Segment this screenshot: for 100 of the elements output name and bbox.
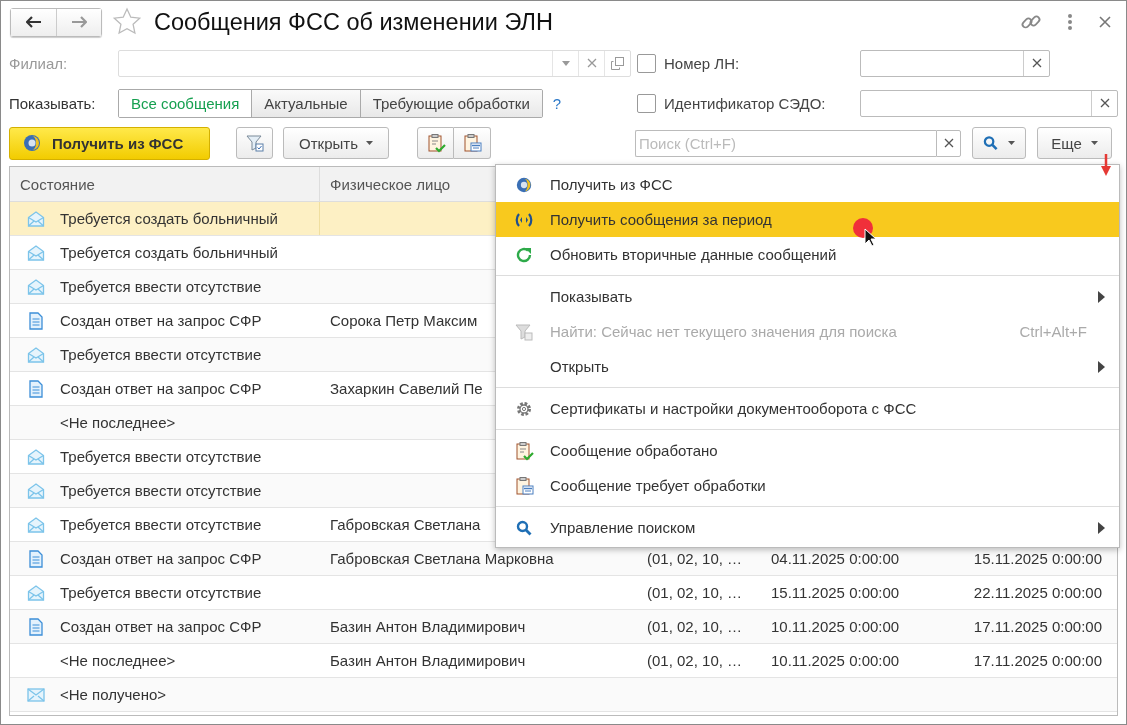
close-icon[interactable] — [1098, 15, 1112, 29]
open-envelope-icon — [26, 447, 45, 466]
clipboard-check-icon — [514, 440, 534, 461]
codes-text: (01, 02, 10, … — [647, 584, 743, 601]
clipboard-list-icon — [462, 133, 482, 153]
search-icon — [983, 135, 998, 151]
clipboard-list-icon — [514, 475, 534, 496]
back-arrow-icon — [25, 16, 42, 28]
codes-text: (01, 02, 10, … — [647, 550, 743, 567]
search-icon — [516, 519, 532, 536]
status-text: Требуется ввести отсутствие — [60, 482, 262, 499]
person-name: Габровская Светлана — [330, 516, 481, 533]
menu-item[interactable]: Сертификаты и настройки документооборота с ФСС — [496, 391, 1119, 426]
document-icon — [28, 311, 43, 330]
open-envelope-icon — [26, 277, 45, 296]
menu-item[interactable]: Управление поиском — [496, 510, 1119, 545]
caret-icon — [365, 141, 373, 145]
menu-item[interactable]: Получить из ФСС — [496, 167, 1119, 202]
back-button[interactable] — [11, 8, 56, 36]
end-date: 17.11.2025 0:00:00 — [973, 652, 1102, 669]
input-field[interactable] — [860, 89, 1118, 117]
end-date: 17.11.2025 0:00:00 — [973, 618, 1102, 635]
start-date: 04.11.2025 0:00:00 — [771, 550, 900, 567]
status-text: Требуется ввести отсутствие — [60, 278, 262, 295]
table-row[interactable]: Создан ответ на запрос СФР Габровская Светлана Марковна (01, 02, 10, … 04.11.2025 0:00:00 15.11.2025 0:00:00 — [10, 542, 1117, 576]
filter-tab[interactable]: Требующие обработки — [359, 89, 542, 117]
caret-icon — [1090, 141, 1098, 145]
table-row[interactable]: Создан ответ на запрос СФР Базин Антон Владимирович (01, 02, 10, … 10.11.2025 0:00:00 17.11.2025 0:00:00 — [10, 610, 1117, 644]
settings-icon — [515, 399, 533, 418]
end-date: 15.11.2025 0:00:00 — [973, 550, 1102, 567]
status-text: Создан ответ на запрос СФР — [60, 380, 262, 397]
status-text: Создан ответ на запрос СФР — [60, 618, 262, 635]
show-label: Показывать: — [9, 94, 97, 112]
clear-button[interactable] — [936, 129, 961, 157]
open-envelope-icon — [26, 583, 45, 602]
open-window-icon — [611, 56, 624, 70]
input-field[interactable] — [860, 49, 1050, 77]
filter-button[interactable] — [236, 127, 273, 159]
mark-needs-processing-button[interactable] — [454, 127, 491, 159]
menu-item[interactable]: Получить сообщения за период — [496, 202, 1119, 237]
status-text: Требуется создать больничный — [60, 244, 278, 261]
table-row[interactable]: <Не получено> — [10, 678, 1117, 712]
person-name: Базин Антон Владимирович — [330, 618, 526, 635]
get-from-fss-button[interactable]: Получить из ФСС — [9, 126, 210, 160]
status-text: Требуется ввести отсутствие — [60, 346, 262, 363]
caret-icon — [1008, 141, 1015, 145]
codes-text: (01, 02, 10, … — [647, 618, 743, 635]
checkbox-label: Идентификатор СЭДО: — [664, 94, 827, 112]
end-date: 22.11.2025 0:00:00 — [973, 584, 1102, 601]
menu-item[interactable]: Сообщение требует обработки — [496, 468, 1119, 503]
status-text: Создан ответ на запрос СФР — [60, 550, 262, 567]
pointer-arrow — [1101, 154, 1111, 176]
clipboard-check-icon — [425, 133, 446, 153]
branch-field[interactable] — [118, 49, 631, 77]
more-icon[interactable] — [1066, 12, 1074, 32]
person-name: Захаркин Савелий Пе — [330, 380, 483, 397]
clear-icon — [1099, 98, 1110, 108]
help-link[interactable]: ? — [552, 94, 562, 112]
more-button[interactable]: Еще — [1037, 127, 1112, 159]
filter-icon — [244, 133, 265, 153]
person-name: Габровская Светлана Марковна — [330, 550, 554, 567]
open-envelope-icon — [26, 209, 45, 228]
search-field[interactable]: Поиск (Ctrl+F) — [635, 129, 936, 157]
start-date: 10.11.2025 0:00:00 — [771, 618, 900, 635]
checkbox-label: Номер ЛН: — [664, 54, 741, 72]
click-marker — [852, 217, 878, 247]
start-date: 15.11.2025 0:00:00 — [771, 584, 900, 601]
search-button[interactable] — [972, 127, 1026, 159]
open-button[interactable]: Открыть — [283, 127, 389, 159]
status-text: Требуется ввести отсутствие — [60, 448, 262, 465]
broadcast-icon — [514, 211, 534, 228]
menu-item[interactable]: Показывать — [496, 279, 1119, 314]
document-icon — [28, 617, 43, 636]
emblem-icon — [22, 133, 42, 153]
status-text: Требуется ввести отсутствие — [60, 584, 262, 601]
star-icon[interactable] — [112, 7, 142, 37]
checkbox[interactable] — [637, 53, 656, 73]
column-header[interactable]: Состояние — [10, 167, 320, 201]
document-icon — [28, 549, 43, 568]
menu-item[interactable]: Обновить вторичные данные сообщений — [496, 237, 1119, 272]
clear-icon — [1031, 58, 1042, 68]
menu-item[interactable]: Открыть — [496, 349, 1119, 384]
clear-icon — [943, 138, 954, 148]
status-text: <Не последнее> — [60, 414, 176, 431]
open-envelope-icon — [26, 515, 45, 534]
emblem-icon — [515, 175, 533, 194]
clear-icon — [586, 58, 597, 68]
filter-tab[interactable]: Актуальные — [251, 89, 360, 117]
filter-icon — [514, 321, 534, 342]
codes-text: (01, 02, 10, … — [647, 652, 743, 669]
open-envelope-icon — [26, 345, 45, 364]
refresh-icon — [515, 245, 533, 264]
open-envelope-icon — [26, 481, 45, 500]
document-icon — [28, 379, 43, 398]
status-text: <Не последнее> — [60, 652, 176, 669]
checkbox[interactable] — [637, 93, 656, 113]
mark-processed-button[interactable] — [417, 127, 454, 159]
menu-item[interactable]: Сообщение обработано — [496, 433, 1119, 468]
dropdown-icon — [561, 60, 570, 66]
window-title: Сообщения ФСС об изменении ЭЛН — [154, 8, 553, 36]
